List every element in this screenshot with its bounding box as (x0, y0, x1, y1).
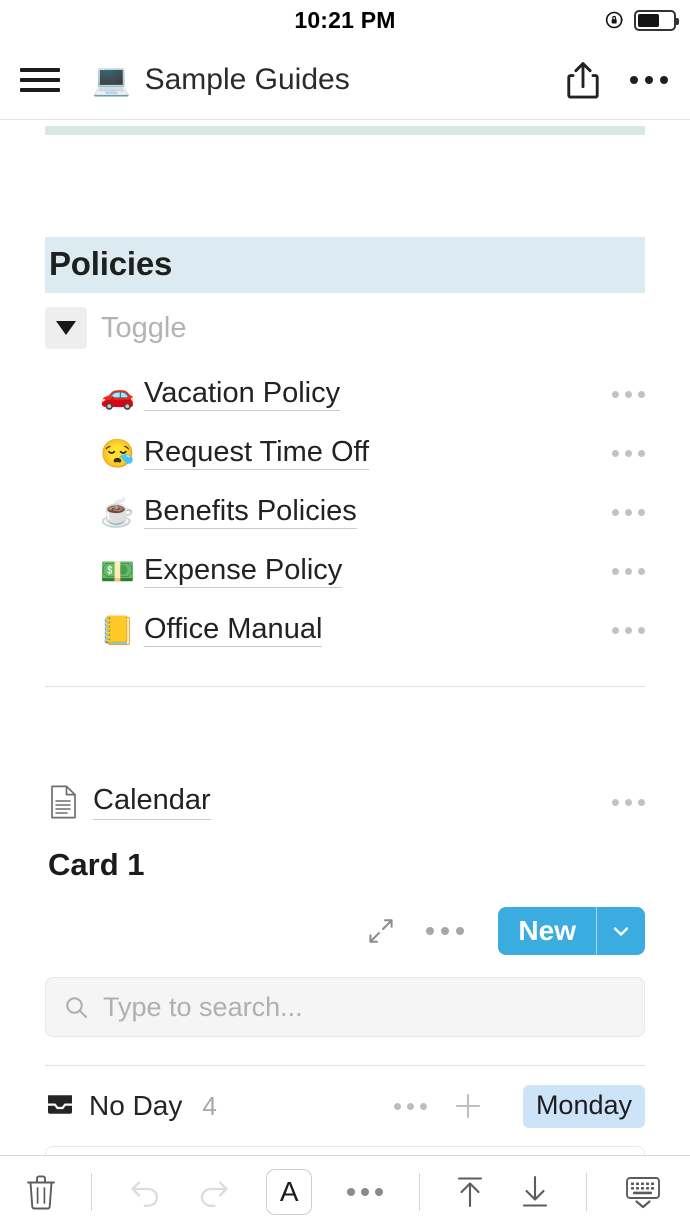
policy-link-request-time-off[interactable]: Request Time Off (144, 436, 370, 471)
status-bar-clock: 10:21 PM (294, 6, 396, 33)
list-item[interactable]: 💵 Expense Policy (0, 542, 690, 601)
policy-link-expense[interactable]: Expense Policy (144, 554, 343, 589)
car-emoji-icon: 🚗 (100, 378, 135, 410)
list-item[interactable]: 🚗 Vacation Policy (0, 365, 690, 424)
rotation-lock-icon (605, 11, 623, 29)
policy-link-vacation[interactable]: Vacation Policy (144, 377, 341, 412)
move-up-button[interactable] (455, 1174, 485, 1210)
trash-icon (27, 1174, 55, 1209)
toolbar-separator (585, 1172, 587, 1211)
top-callout-block (45, 126, 645, 135)
new-button[interactable]: New (498, 907, 645, 955)
toolbar-separator (418, 1172, 420, 1211)
toggle-label: Toggle (101, 311, 187, 344)
editor-toolbar: A (0, 1155, 690, 1227)
row-more-options-icon[interactable] (612, 391, 645, 398)
policy-link-benefits[interactable]: Benefits Policies (144, 495, 357, 530)
move-down-button[interactable] (520, 1174, 550, 1210)
format-button-label: A (279, 1175, 299, 1207)
text-format-a-icon[interactable]: A (266, 1168, 313, 1215)
new-button-dropdown[interactable] (597, 907, 645, 955)
arrow-up-icon (458, 1176, 483, 1207)
list-item[interactable]: ☕ Benefits Policies (0, 483, 690, 542)
calendar-more-options-icon[interactable] (612, 798, 645, 806)
policy-link-office-manual[interactable]: Office Manual (144, 613, 323, 648)
section-divider (45, 686, 645, 687)
redo-button[interactable] (197, 1177, 231, 1207)
row-more-options-icon[interactable] (612, 509, 645, 516)
inbox-tray-icon (48, 1095, 72, 1114)
page-document-icon (51, 785, 76, 819)
status-bar-indicators (605, 0, 679, 40)
more-options-icon (347, 1187, 384, 1196)
laptop-emoji-icon: 💻 (92, 62, 131, 97)
arrow-down-icon (523, 1175, 548, 1207)
search-placeholder: Type to search... (103, 991, 303, 1022)
policies-heading-block[interactable]: Policies (45, 237, 645, 293)
search-input[interactable]: Type to search... (45, 977, 645, 1037)
notebook-emoji-icon: 📒 (100, 614, 135, 646)
keyboard-dismiss-icon (626, 1176, 660, 1208)
coffee-emoji-icon: ☕ (100, 496, 135, 528)
toggle-block[interactable]: Toggle (45, 307, 645, 349)
policies-heading-text: Policies (49, 245, 173, 282)
nav-more-options-icon[interactable] (630, 75, 668, 84)
share-icon[interactable] (566, 60, 600, 100)
undo-arrow-icon (130, 1180, 158, 1207)
sleepy-face-emoji-icon: 😪 (100, 437, 135, 469)
redo-arrow-icon (200, 1180, 228, 1207)
page-content: Policies Toggle 🚗 Vacation Policy 😪 Requ… (0, 120, 690, 1155)
app-root: 10:21 PM 💻 Sample Guides Policies Toggle… (0, 0, 690, 1227)
delete-button[interactable] (26, 1174, 56, 1210)
hamburger-menu-icon[interactable] (20, 65, 60, 95)
row-more-options-icon[interactable] (612, 627, 645, 634)
expand-arrows-icon[interactable] (368, 918, 394, 944)
card-title: Card 1 (48, 847, 145, 882)
triangle-down-icon[interactable] (45, 307, 87, 349)
plus-icon[interactable] (453, 1091, 483, 1121)
nav-bar: 💻 Sample Guides (0, 40, 690, 120)
new-button-label: New (518, 915, 576, 946)
row-more-options-icon[interactable] (612, 568, 645, 575)
group-divider (45, 1065, 645, 1066)
group-name: No Day (89, 1090, 183, 1121)
search-icon (66, 996, 88, 1018)
group-count: 4 (202, 1090, 217, 1121)
board-group-header: No Day 4 Monday (45, 1082, 645, 1130)
group-more-options-icon[interactable] (393, 1102, 427, 1110)
toolbar-separator (91, 1172, 93, 1211)
calendar-page-link-row[interactable]: Calendar (0, 779, 690, 825)
database-toolbar: New (45, 907, 645, 955)
list-item[interactable]: 📒 Office Manual (0, 601, 690, 660)
status-bar: 10:21 PM (0, 0, 690, 40)
format-button[interactable]: A (266, 1168, 313, 1215)
battery-icon (634, 9, 679, 31)
more-button[interactable] (347, 1187, 384, 1196)
database-more-options-icon[interactable] (426, 927, 465, 935)
page-title: Sample Guides (144, 62, 350, 96)
policy-link-list: 🚗 Vacation Policy 😪 Request Time Off ☕ B… (0, 365, 690, 660)
day-badge-monday[interactable]: Monday (522, 1084, 645, 1128)
keyboard-dismiss-button[interactable] (622, 1174, 664, 1210)
row-more-options-icon[interactable] (612, 450, 645, 457)
board-card-stub[interactable] (45, 1146, 645, 1155)
chevron-down-icon (613, 927, 629, 936)
undo-button[interactable] (128, 1177, 162, 1207)
list-item[interactable]: 😪 Request Time Off (0, 424, 690, 483)
calendar-page-link[interactable]: Calendar (93, 784, 211, 820)
money-emoji-icon: 💵 (100, 555, 135, 587)
